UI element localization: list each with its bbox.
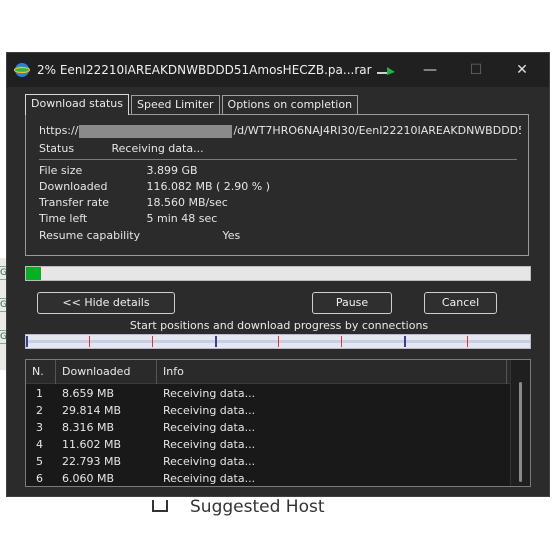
tab-speed-limiter[interactable]: Speed Limiter	[130, 95, 220, 114]
connection-info: Receiving data...	[163, 421, 256, 434]
idm-globe-icon	[14, 63, 30, 77]
resume-capability-row: Resume capability Yes	[39, 229, 240, 242]
connection-info: Receiving data...	[163, 404, 256, 417]
file-size-label: File size	[39, 164, 83, 177]
background-tray-icon	[152, 500, 168, 512]
download-url: https:// /d/WT7HRO6NAJ4RI30/EenI22210IARE…	[39, 124, 521, 138]
downloaded-value: 116.082 MB ( 2.90 % )	[146, 180, 271, 193]
tab-options-on-completion[interactable]: Options on completion	[221, 95, 359, 114]
connection-marker	[404, 336, 406, 347]
connection-info: Receiving data...	[163, 387, 256, 400]
connections-table: N. Downloaded Info 1 8.659 MB Receiving da…	[25, 359, 531, 487]
tab-strip: Download status Speed Limiter Options on…	[25, 94, 360, 115]
connection-marker	[278, 336, 279, 347]
resume-capability-label: Resume capability	[39, 229, 141, 242]
resume-capability-value: Yes	[222, 229, 241, 242]
connection-downloaded: 6.060 MB	[62, 472, 115, 485]
progress-fill	[26, 267, 41, 280]
connection-marker	[152, 336, 153, 347]
status-label: Status	[39, 142, 75, 155]
background-text: Suggested Host	[190, 497, 325, 517]
transfer-rate-value: 18.560 MB/sec	[146, 196, 228, 209]
download-progress-bar	[25, 266, 531, 281]
downloaded-row: Downloaded 116.082 MB ( 2.90 % )	[39, 180, 270, 193]
status-row: Status Receiving data...	[39, 142, 204, 155]
connection-downloaded: 8.316 MB	[62, 421, 115, 434]
connection-number: 4	[36, 438, 43, 451]
file-size-row: File size 3.899 GB	[39, 164, 198, 177]
table-row[interactable]: 3 8.316 MB Receiving data...	[26, 419, 510, 436]
connection-number: 3	[36, 421, 43, 434]
connection-marker	[26, 336, 28, 347]
divider	[39, 159, 517, 160]
table-row[interactable]: 2 29.814 MB Receiving data...	[26, 402, 510, 419]
connection-number: 6	[36, 472, 43, 485]
time-left-row: Time left 5 min 48 sec	[39, 212, 217, 225]
connection-info: Receiving data...	[163, 438, 256, 451]
file-size-value: 3.899 GB	[146, 164, 198, 177]
column-header-info[interactable]: Info	[157, 360, 507, 384]
maximize-button[interactable]: ☐	[453, 53, 499, 87]
time-left-value: 5 min 48 sec	[146, 212, 218, 225]
column-header-downloaded[interactable]: Downloaded	[56, 360, 157, 384]
connection-marker	[467, 336, 468, 347]
table-row[interactable]: 1 8.659 MB Receiving data...	[26, 385, 510, 402]
connections-progress-bar	[25, 334, 531, 349]
connection-downloaded: 29.814 MB	[62, 404, 122, 417]
connection-marker	[215, 336, 217, 347]
table-row[interactable]: 4 11.602 MB Receiving data...	[26, 436, 510, 453]
url-prefix: https://	[39, 124, 79, 137]
minimize-button[interactable]: —	[407, 53, 453, 87]
pause-button[interactable]: Pause	[312, 292, 392, 314]
download-dialog: 2% EenI22210IAREAKDNWBDDD51AmosHECZB.pa.…	[6, 52, 550, 497]
table-row[interactable]: 5 22.793 MB Receiving data...	[26, 453, 510, 470]
connection-number: 1	[36, 387, 43, 400]
transfer-rate-row: Transfer rate 18.560 MB/sec	[39, 196, 228, 209]
title-bar[interactable]: 2% EenI22210IAREAKDNWBDDD51AmosHECZB.pa.…	[7, 53, 549, 87]
connection-info: Receiving data...	[163, 472, 256, 485]
connection-marker	[341, 336, 342, 347]
connection-info: Receiving data...	[163, 455, 256, 468]
connection-downloaded: 11.602 MB	[62, 438, 122, 451]
status-value: Receiving data...	[111, 142, 204, 155]
close-button[interactable]: ✕	[499, 53, 545, 87]
connection-downloaded: 22.793 MB	[62, 455, 122, 468]
download-status-panel: https:// /d/WT7HRO6NAJ4RI30/EenI22210IARE…	[25, 114, 529, 256]
table-header: N. Downloaded Info	[26, 360, 530, 384]
connection-number: 5	[36, 455, 43, 468]
column-header-number[interactable]: N.	[26, 360, 56, 384]
cancel-button[interactable]: Cancel	[424, 292, 497, 314]
downloaded-label: Downloaded	[39, 180, 108, 193]
hide-details-button[interactable]: << Hide details	[37, 292, 175, 314]
window-title: 2% EenI22210IAREAKDNWBDDD51AmosHECZB.pa.…	[37, 63, 372, 77]
connection-marker	[89, 336, 90, 347]
tab-download-status[interactable]: Download status	[25, 94, 129, 115]
time-left-label: Time left	[39, 212, 88, 225]
table-row[interactable]: 6 6.060 MB Receiving data...	[26, 470, 510, 486]
grab-download-icon[interactable]	[377, 67, 395, 77]
connection-downloaded: 8.659 MB	[62, 387, 115, 400]
connection-number: 2	[36, 404, 43, 417]
url-redacted-block	[79, 125, 233, 138]
transfer-rate-label: Transfer rate	[39, 196, 110, 209]
table-scrollbar[interactable]	[510, 360, 530, 486]
desktop-background-top	[0, 0, 555, 52]
url-suffix: /d/WT7HRO6NAJ4RI30/EenI22210IAREAKDNWBDD…	[233, 124, 521, 137]
connections-caption: Start positions and download progress by…	[129, 319, 429, 332]
scrollbar-thumb[interactable]	[519, 382, 522, 482]
